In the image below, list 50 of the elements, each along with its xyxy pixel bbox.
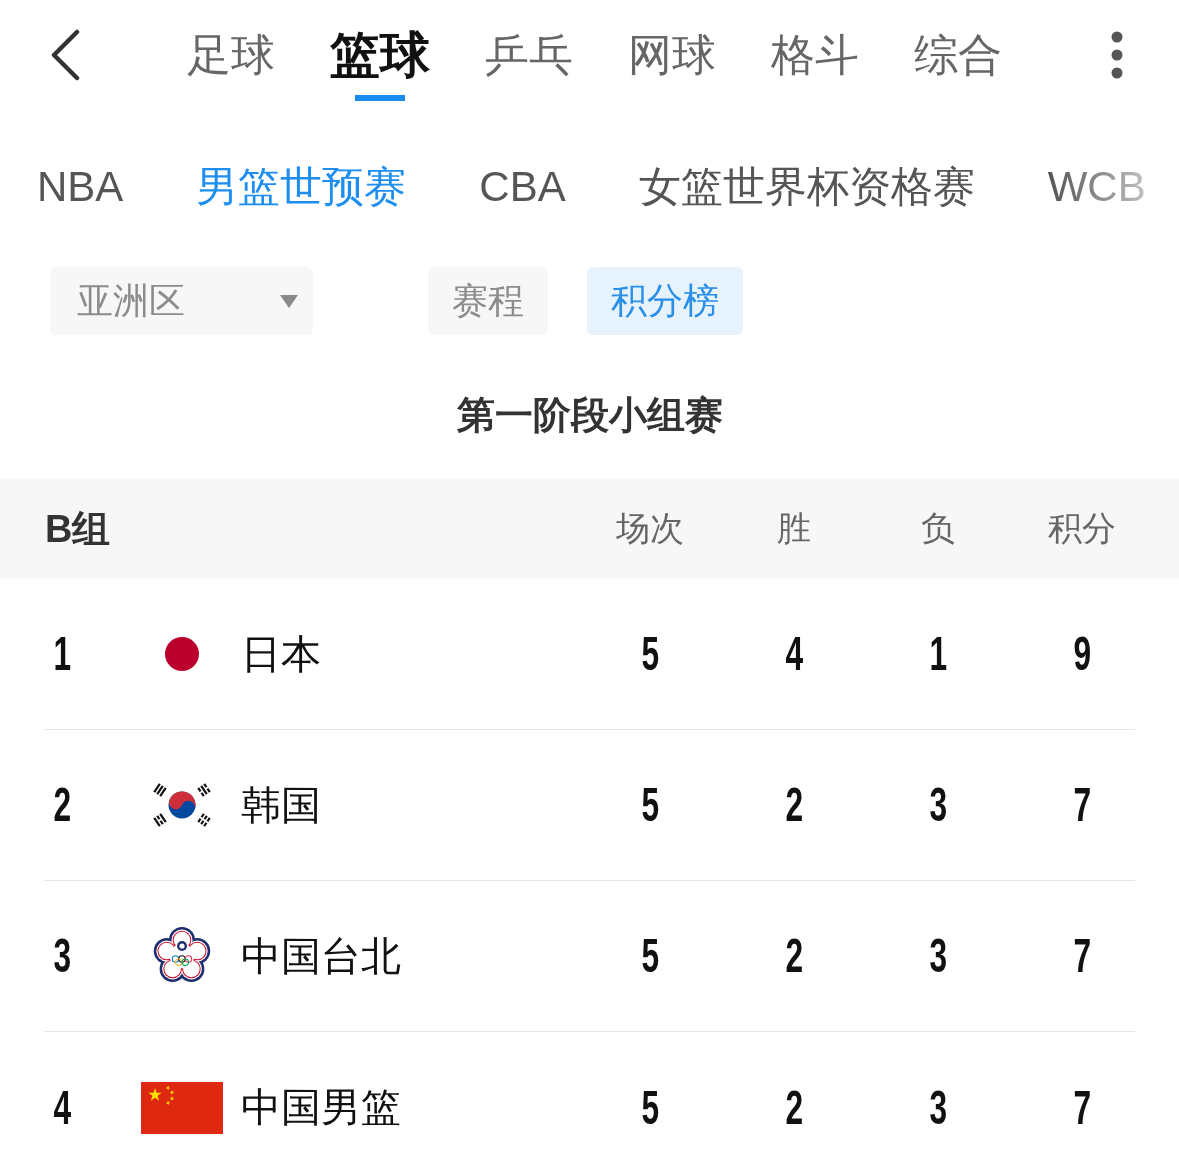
table-cell: 3 (929, 778, 947, 832)
rank-number: 1 (53, 627, 71, 681)
team-name: 日本 (241, 630, 321, 678)
rank-number: 3 (53, 929, 71, 983)
table-cell: 7 (1073, 1080, 1091, 1135)
table-cell: 5 (641, 929, 659, 983)
league-tab[interactable]: 男篮世预赛 (196, 162, 407, 212)
section-title: 第一阶段小组赛 (456, 393, 723, 438)
league-tab[interactable]: CBA (479, 162, 566, 212)
sport-tab[interactable]: 乒乓 (485, 28, 573, 101)
table-cell: 2 (785, 929, 803, 983)
flag-icon (141, 1081, 223, 1134)
back-icon (50, 29, 80, 81)
table-cell: 4 (785, 627, 803, 681)
flag-icon (152, 783, 212, 827)
view-tab[interactable]: 积分榜 (587, 267, 743, 335)
league-tab[interactable]: 女篮世界杯资格赛 (638, 162, 975, 212)
sport-tab[interactable]: 篮球 (330, 28, 430, 101)
sport-tab[interactable]: 综合 (914, 28, 1002, 101)
flag-icon (165, 637, 199, 671)
column-header: 负 (921, 508, 955, 549)
view-tab[interactable]: 赛程 (428, 267, 548, 335)
column-header: 场次 (616, 508, 684, 549)
table-cell: 2 (785, 778, 803, 832)
team-name: 韩国 (241, 781, 321, 829)
table-cell: 5 (641, 778, 659, 832)
region-select[interactable]: 亚洲区 (50, 267, 313, 335)
league-tab[interactable]: NBA (37, 162, 124, 212)
rank-number: 2 (53, 778, 71, 832)
table-cell: 3 (929, 929, 947, 983)
table-cell: 7 (1073, 778, 1091, 832)
sport-tab[interactable]: 格斗 (771, 28, 859, 101)
sport-tab[interactable]: 足球 (187, 28, 275, 101)
table-cell: 5 (641, 1080, 659, 1135)
more-icon (1111, 31, 1123, 79)
sport-tab[interactable]: 网球 (628, 28, 716, 101)
group-label: B组 (44, 506, 111, 552)
caret-icon (280, 294, 298, 308)
team-name: 中国男篮 (241, 1084, 401, 1131)
column-header: 胜 (777, 508, 811, 549)
table-cell: 9 (1073, 627, 1091, 681)
league-tab[interactable]: WCB (1047, 162, 1146, 212)
table-cell: 1 (929, 627, 947, 681)
team-name: 中国台北 (241, 932, 401, 980)
table-cell: 3 (929, 1080, 947, 1135)
column-header: 积分 (1047, 508, 1116, 549)
table-cell: 5 (641, 627, 659, 681)
table-cell: 2 (785, 1080, 803, 1135)
table-cell: 7 (1073, 929, 1091, 983)
rank-number: 4 (53, 1080, 71, 1135)
